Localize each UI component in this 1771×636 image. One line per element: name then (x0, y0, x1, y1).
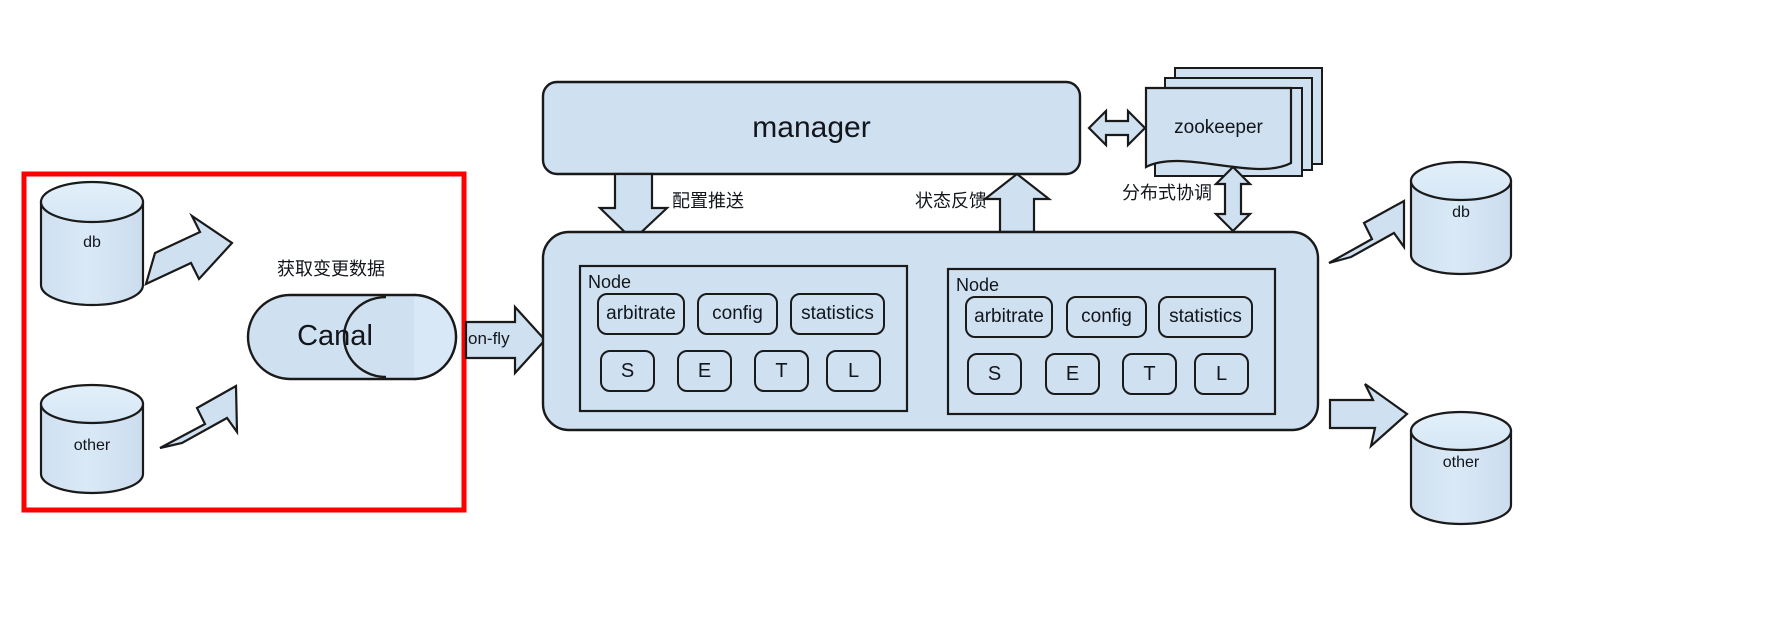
config-push-label: 配置推送 (672, 191, 744, 212)
diagram-canvas: db other 获取变更数据 Canal on-fly manager 配置推… (0, 0, 1771, 636)
source-other-label: other (73, 437, 111, 454)
node-1-stage-l: L (847, 360, 860, 382)
node-1-component-statistics: statistics (801, 303, 874, 324)
node-2-component-arbitrate: arbitrate (974, 306, 1044, 327)
zookeeper-label: zookeeper (1174, 117, 1263, 138)
arrow-nodes-to-target-db (1328, 199, 1406, 265)
arrow-manager-zookeeper (1087, 108, 1147, 148)
on-fly-label: on-fly (468, 329, 510, 348)
node-2-stage-t: T (1143, 363, 1156, 385)
node-1-title: Node (588, 272, 632, 292)
capture-change-data-label: 获取变更数据 (277, 259, 385, 280)
target-db-label: db (1452, 204, 1470, 221)
node-2-component-config: config (1081, 306, 1132, 327)
node-2-title: Node (956, 275, 1000, 295)
node-2-stage-e: E (1065, 363, 1080, 385)
arrow-config-push (597, 172, 670, 242)
node-1-stage-s: S (620, 360, 635, 382)
node-2-stage-l: L (1215, 363, 1228, 385)
node-1-component-arbitrate: arbitrate (606, 303, 676, 324)
arrow-status-feedback (981, 172, 1053, 234)
node-2-stage-s: S (987, 363, 1002, 385)
node-2-component-statistics: statistics (1169, 306, 1242, 327)
distributed-coordination-label: 分布式协调 (1122, 183, 1212, 204)
node-1-stage-e: E (697, 360, 712, 382)
node-1-component-config: config (712, 303, 763, 324)
manager-label: manager (752, 111, 871, 144)
status-feedback-label: 状态反馈 (915, 191, 987, 212)
diagram-shapes (21, 67, 1513, 526)
source-db-label: db (83, 234, 101, 251)
arrow-nodes-to-target-other (1328, 383, 1409, 450)
canal-label: Canal (297, 320, 373, 352)
target-other-label: other (1442, 454, 1480, 471)
node-1-stage-t: T (775, 360, 788, 382)
